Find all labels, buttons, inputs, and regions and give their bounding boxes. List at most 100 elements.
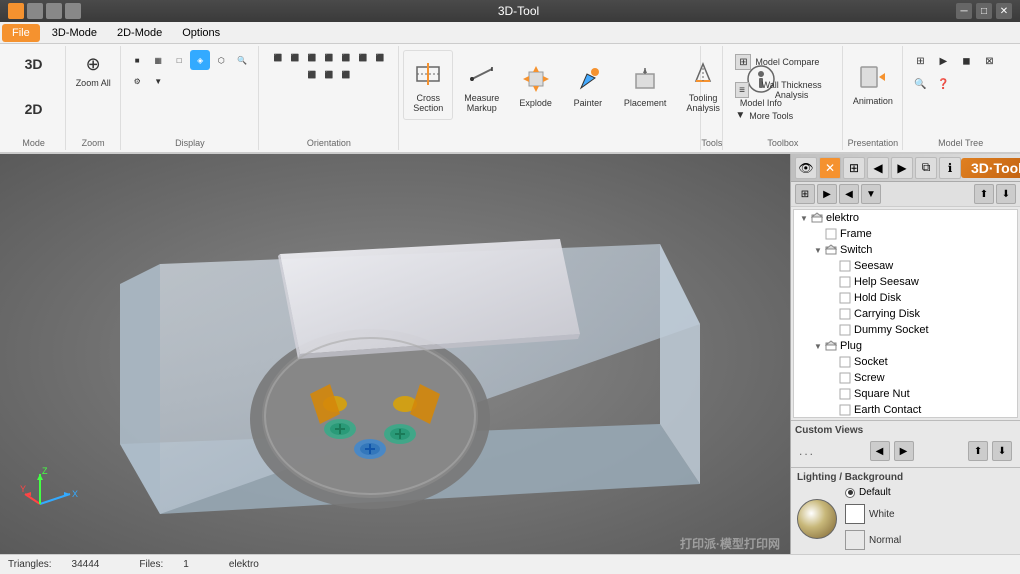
svg-text:Z: Z	[42, 466, 48, 476]
nav-btn-5[interactable]: ⬆	[974, 184, 994, 204]
tree-item[interactable]: Frame	[794, 226, 1017, 242]
white-swatch[interactable]	[845, 504, 865, 524]
cv-nav-btn-3[interactable]: ⬆	[968, 441, 988, 461]
panel-eye-btn[interactable]: 👁	[795, 157, 817, 179]
menu-3dmode[interactable]: 3D-Mode	[42, 22, 107, 44]
btn-more-tools[interactable]: ▼ More Tools	[729, 106, 836, 125]
tree-item[interactable]: Screw	[794, 370, 1017, 386]
tree-icon	[838, 371, 852, 385]
btn-display-8[interactable]: ▼	[148, 71, 168, 91]
menu-options[interactable]: Options	[172, 22, 230, 44]
btn-tree-2[interactable]: ▶	[932, 50, 954, 72]
window-controls: ─ □ ✕	[956, 3, 1012, 19]
toolbar-icon-2	[46, 3, 62, 19]
btn-orient-8[interactable]: ⬛	[304, 67, 320, 83]
viewport[interactable]: X Y Z 打印派·模型打印网	[0, 154, 790, 554]
tree-item[interactable]: ▼ Switch	[794, 242, 1017, 258]
tree-icon	[838, 387, 852, 401]
tree-view[interactable]: ▼ elektro Frame ▼ Switch Seesaw Help See…	[793, 209, 1018, 418]
btn-tree-6[interactable]: ❓	[932, 73, 954, 95]
menu-2dmode[interactable]: 2D-Mode	[107, 22, 172, 44]
tree-expander[interactable]: ▼	[812, 246, 824, 255]
close-button[interactable]: ✕	[996, 3, 1012, 19]
tree-icon	[824, 227, 838, 241]
radio-default[interactable]	[845, 488, 855, 498]
btn-explode[interactable]: Explode	[510, 50, 561, 120]
panel-copy-btn[interactable]: ⧉	[915, 157, 937, 179]
tree-item[interactable]: Earth Contact	[794, 402, 1017, 418]
btn-wall-thickness[interactable]: ≡ Wall Thickness Analysis	[729, 76, 836, 104]
panel-resize-btn[interactable]: ⊞	[843, 157, 865, 179]
btn-orient-3[interactable]: ⬛	[304, 50, 320, 66]
tree-icon	[824, 339, 838, 353]
cv-nav-btn-2[interactable]: ▶	[894, 441, 914, 461]
cv-nav-btn-1[interactable]: ◀	[870, 441, 890, 461]
btn-orient-7[interactable]: ⬛	[372, 50, 388, 66]
display-label: Display	[175, 136, 205, 148]
maximize-button[interactable]: □	[976, 3, 992, 19]
animation-icon	[857, 61, 889, 93]
btn-3d[interactable]: 3D	[16, 48, 52, 80]
btn-display-7[interactable]: ⚙	[127, 71, 147, 91]
btn-tree-5[interactable]: 🔍	[909, 73, 931, 95]
tree-item[interactable]: Square Nut	[794, 386, 1017, 402]
tree-item[interactable]: Hold Disk	[794, 290, 1017, 306]
btn-display-5[interactable]: ⬡	[211, 50, 231, 70]
tree-item[interactable]: Help Seesaw	[794, 274, 1017, 290]
btn-tree-4[interactable]: ⊠	[978, 50, 1000, 72]
nav-btn-3[interactable]: ◀	[839, 184, 859, 204]
btn-display-6[interactable]: 🔍	[232, 50, 252, 70]
tree-label: Switch	[840, 244, 872, 256]
btn-model-compare[interactable]: ⊞ Model Compare	[729, 50, 836, 74]
tree-expander[interactable]: ▼	[798, 214, 810, 223]
normal-swatch[interactable]	[845, 530, 865, 550]
tree-item[interactable]: Socket	[794, 354, 1017, 370]
btn-placement[interactable]: Placement	[615, 50, 676, 120]
btn-animation[interactable]: Animation	[844, 48, 902, 118]
lighting-sphere[interactable]	[797, 499, 837, 539]
btn-orient-2[interactable]: ⬛	[287, 50, 303, 66]
tree-item[interactable]: ▼ elektro	[794, 210, 1017, 226]
btn-orient-5[interactable]: ⬛	[338, 50, 354, 66]
panel-arrow-btn[interactable]: ◀	[867, 157, 889, 179]
btn-orient-1[interactable]: ⬛	[270, 50, 286, 66]
nav-btn-4[interactable]: ▼	[861, 184, 881, 204]
tree-icon	[838, 307, 852, 321]
tree-expander[interactable]: ▼	[812, 342, 824, 351]
btn-zoom-all[interactable]: ⊕ Zoom All	[70, 48, 117, 92]
minimize-button[interactable]: ─	[956, 3, 972, 19]
btn-painter[interactable]: Painter	[563, 50, 613, 120]
painter-label: Painter	[574, 98, 603, 108]
btn-cross-section[interactable]: CrossSection	[403, 50, 453, 120]
btn-display-4[interactable]: ◈	[190, 50, 210, 70]
nav-btn-2[interactable]: ▶	[817, 184, 837, 204]
tree-item[interactable]: ▼ Plug	[794, 338, 1017, 354]
model-tree-group-label: Model Tree	[938, 136, 983, 148]
panel-info-btn[interactable]: ℹ	[939, 157, 961, 179]
btn-display-1[interactable]: ■	[127, 50, 147, 70]
btn-2d[interactable]: 2D	[16, 93, 52, 125]
nav-btn-1[interactable]: ⊞	[795, 184, 815, 204]
panel-close-btn[interactable]: ✕	[819, 157, 841, 179]
panel-arrow2-btn[interactable]: ▶	[891, 157, 913, 179]
btn-measure-markup[interactable]: MeasureMarkup	[455, 50, 508, 120]
btn-orient-6[interactable]: ⬛	[355, 50, 371, 66]
btn-tree-1[interactable]: ⊞	[909, 50, 931, 72]
zoom-label: Zoom	[82, 136, 105, 148]
toolbar-group-mode: 3D 2D Mode	[2, 46, 66, 150]
menu-file[interactable]: File	[2, 24, 40, 42]
toolbar-group-presentation: Animation Presentation	[843, 46, 903, 150]
btn-display-3[interactable]: □	[169, 50, 189, 70]
btn-orient-9[interactable]: ⬛	[321, 67, 337, 83]
tree-item[interactable]: Dummy Socket	[794, 322, 1017, 338]
btn-orient-4[interactable]: ⬛	[321, 50, 337, 66]
btn-tree-3[interactable]: ◼	[955, 50, 977, 72]
nav-btn-6[interactable]: ⬇	[996, 184, 1016, 204]
btn-display-2[interactable]: ▦	[148, 50, 168, 70]
model-compare-label: Model Compare	[755, 57, 819, 67]
triangles-value: 34444	[72, 559, 100, 570]
tree-item[interactable]: Carrying Disk	[794, 306, 1017, 322]
cv-nav-btn-4[interactable]: ⬇	[992, 441, 1012, 461]
tree-item[interactable]: Seesaw	[794, 258, 1017, 274]
btn-orient-10[interactable]: ⬛	[338, 67, 354, 83]
